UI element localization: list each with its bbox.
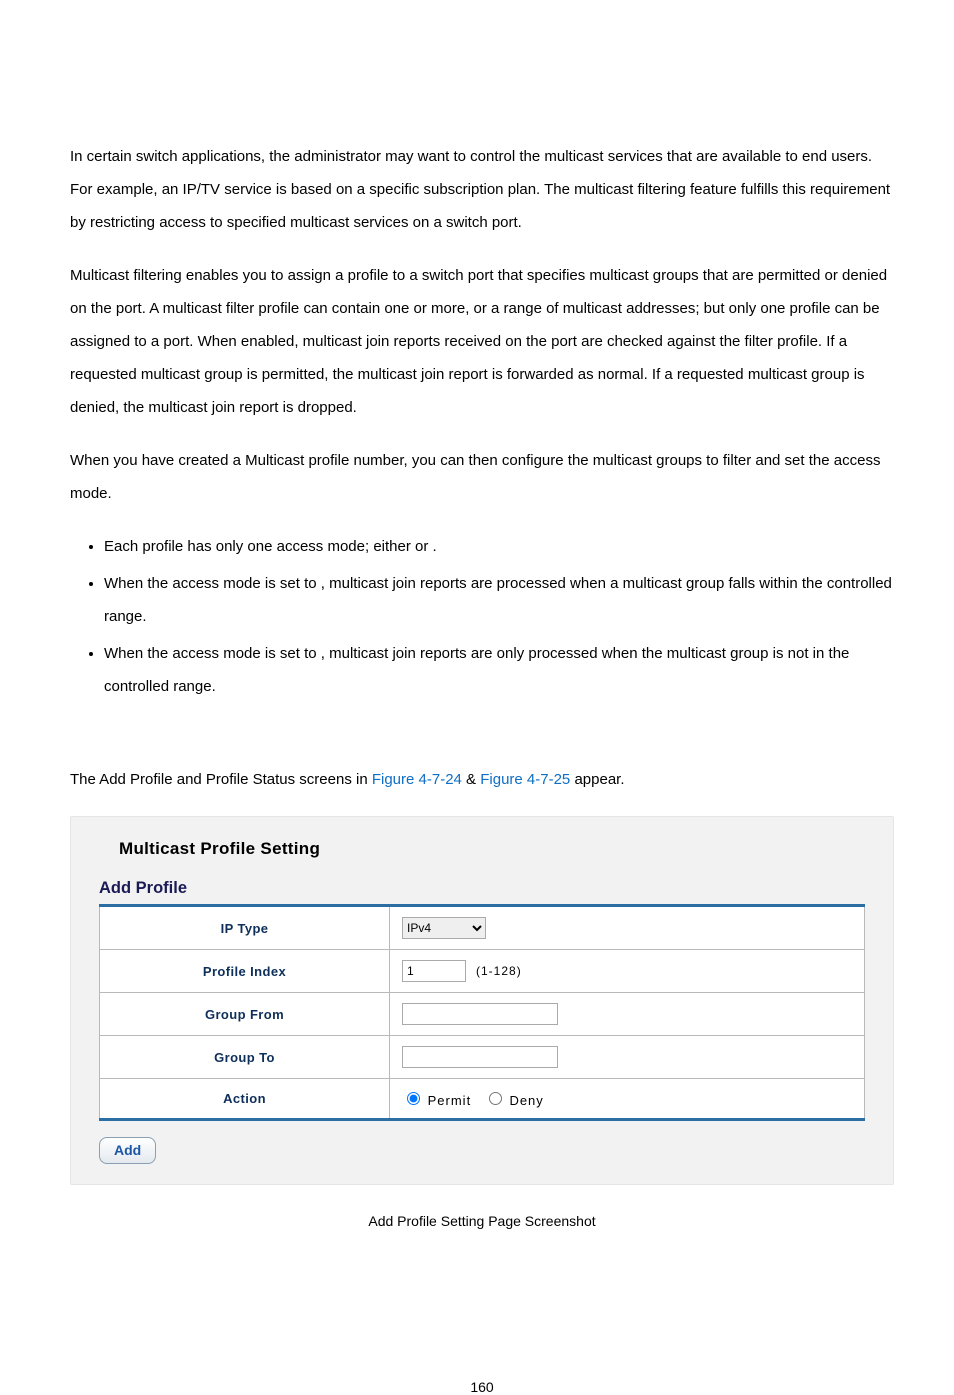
panel-title: Multicast Profile Setting — [119, 839, 865, 859]
action-deny-option[interactable]: Deny — [484, 1093, 544, 1108]
profile-index-hint: (1-128) — [476, 964, 522, 978]
intro-paragraph-3: When you have created a Multicast profil… — [70, 444, 894, 510]
screenshot-panel: Multicast Profile Setting Add Profile IP… — [70, 816, 894, 1185]
ip-type-label: IP Type — [100, 906, 390, 950]
action-permit-option[interactable]: Permit — [402, 1093, 476, 1108]
add-profile-table: IP Type IPv4 Profile Index (1-128) Group… — [99, 904, 865, 1121]
group-to-label: Group To — [100, 1036, 390, 1079]
profile-index-label: Profile Index — [100, 950, 390, 993]
access-mode-list: Each profile has only one access mode; e… — [70, 530, 894, 703]
figure-link-25[interactable]: Figure 4-7-25 — [480, 771, 570, 788]
add-button[interactable]: Add — [99, 1137, 156, 1164]
ip-type-select[interactable]: IPv4 — [402, 917, 486, 939]
action-label: Action — [100, 1079, 390, 1120]
figure-link-24[interactable]: Figure 4-7-24 — [372, 771, 462, 788]
profile-index-input[interactable] — [402, 960, 466, 982]
list-item: When the access mode is set to , multica… — [104, 637, 894, 703]
group-from-label: Group From — [100, 993, 390, 1036]
panel-subtitle: Add Profile — [99, 879, 865, 898]
action-permit-radio[interactable] — [407, 1092, 420, 1105]
group-to-input[interactable] — [402, 1046, 558, 1068]
list-item: When the access mode is set to , multica… — [104, 567, 894, 633]
intro-paragraph-2: Multicast filtering enables you to assig… — [70, 259, 894, 424]
intro-paragraph-1: In certain switch applications, the admi… — [70, 140, 894, 239]
page-number: 160 — [70, 1379, 894, 1395]
figure-caption: Add Profile Setting Page Screenshot — [70, 1213, 894, 1229]
group-from-input[interactable] — [402, 1003, 558, 1025]
screens-intro: The Add Profile and Profile Status scree… — [70, 763, 894, 796]
list-item: Each profile has only one access mode; e… — [104, 530, 894, 563]
action-deny-radio[interactable] — [489, 1092, 502, 1105]
